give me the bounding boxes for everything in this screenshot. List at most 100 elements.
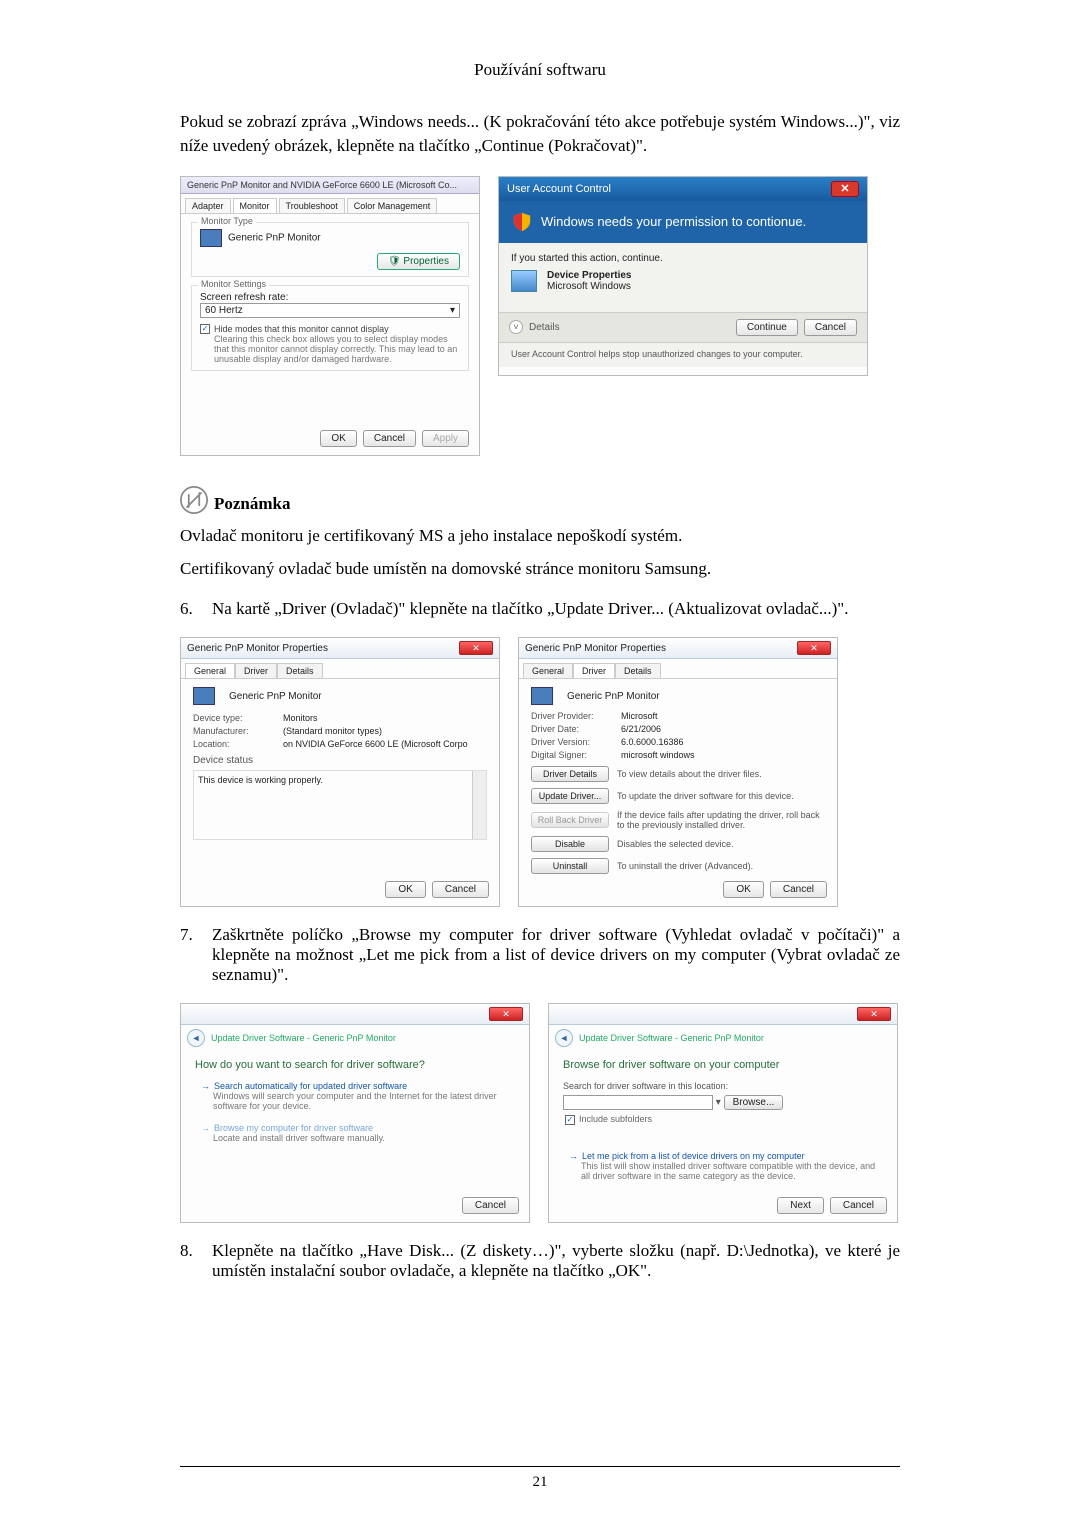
hide-modes-checkbox[interactable]: ✓	[200, 324, 210, 334]
uac-subtext: If you started this action, continue.	[511, 253, 855, 264]
hide-modes-label: Hide modes that this monitor cannot disp…	[214, 324, 460, 334]
uac-footer: User Account Control helps stop unauthor…	[499, 343, 867, 367]
option-browse-desc: Locate and install driver software manua…	[213, 1133, 515, 1143]
monitor-icon	[193, 687, 215, 705]
step-number-8: 8.	[180, 1241, 212, 1281]
wizard-heading: Browse for driver software on your compu…	[563, 1059, 883, 1071]
device-status-label: Device status	[193, 755, 487, 766]
browse-button[interactable]: Browse...	[724, 1095, 784, 1110]
ok-button[interactable]: OK	[385, 881, 425, 898]
tab-troubleshoot[interactable]: Troubleshoot	[279, 198, 345, 213]
include-subfolders-checkbox[interactable]: ✓	[565, 1115, 575, 1125]
tab-driver[interactable]: Driver	[573, 663, 615, 678]
driver-details-desc: To view details about the driver files.	[617, 769, 825, 779]
device-name: Generic PnP Monitor	[229, 691, 322, 702]
hide-modes-description: Clearing this check box allows you to se…	[214, 334, 460, 364]
apply-button[interactable]: Apply	[422, 430, 469, 447]
tab-color-management[interactable]: Color Management	[347, 198, 438, 213]
label-driver-version: Driver Version:	[531, 737, 621, 747]
roll-back-desc: If the device fails after updating the d…	[617, 810, 825, 830]
wizard-heading: How do you want to search for driver sof…	[195, 1059, 515, 1071]
continue-button[interactable]: Continue	[736, 319, 798, 336]
app-icon	[511, 270, 537, 292]
uninstall-desc: To uninstall the driver (Advanced).	[617, 861, 825, 871]
step-6-text: Na kartě „Driver (Ovladač)" klepněte na …	[212, 599, 900, 619]
window-title: Generic PnP Monitor Properties	[187, 643, 328, 654]
properties-button[interactable]: 🛡 Properties	[377, 253, 460, 270]
tab-general[interactable]: General	[185, 663, 235, 678]
ok-button[interactable]: OK	[723, 881, 763, 898]
update-driver-desc: To update the driver software for this d…	[617, 791, 825, 801]
refresh-rate-label: Screen refresh rate:	[200, 292, 460, 303]
value-digital-signer: microsoft windows	[621, 750, 695, 760]
refresh-rate-dropdown[interactable]: 60 Hertz▾	[200, 303, 460, 318]
cancel-button[interactable]: Cancel	[432, 881, 489, 898]
screenshot-device-properties-general: Generic PnP Monitor Properties✕ General …	[180, 637, 500, 907]
cancel-button[interactable]: Cancel	[363, 430, 416, 447]
tab-adapter[interactable]: Adapter	[185, 198, 231, 213]
path-input[interactable]	[563, 1095, 713, 1110]
cancel-button[interactable]: Cancel	[770, 881, 827, 898]
device-name: Generic PnP Monitor	[567, 691, 660, 702]
cancel-button[interactable]: Cancel	[804, 319, 857, 336]
uac-headline: Windows needs your permission to contion…	[541, 214, 806, 229]
header-title: Používání softwaru	[180, 60, 900, 80]
chevron-down-icon[interactable]: ˅	[509, 320, 523, 334]
label-driver-provider: Driver Provider:	[531, 711, 621, 721]
value-driver-version: 6.0.6000.16386	[621, 737, 684, 747]
note-label: Poznámka	[214, 494, 291, 514]
uninstall-button[interactable]: Uninstall	[531, 858, 609, 874]
arrow-icon: →	[569, 1151, 578, 1161]
option-pick-from-list[interactable]: →Let me pick from a list of device drive…	[569, 1151, 883, 1181]
uac-app-name: Device Properties	[547, 270, 632, 281]
disable-button[interactable]: Disable	[531, 836, 609, 852]
cancel-button[interactable]: Cancel	[462, 1197, 519, 1214]
tab-driver[interactable]: Driver	[235, 663, 277, 678]
back-button[interactable]: ◄	[187, 1029, 205, 1047]
disable-desc: Disables the selected device.	[617, 839, 825, 849]
details-toggle[interactable]: Details	[529, 322, 560, 333]
step-number-6: 6.	[180, 599, 212, 619]
label-location: Location:	[193, 739, 283, 749]
close-button[interactable]: ✕	[831, 181, 859, 197]
group-label-monitor-settings: Monitor Settings	[198, 279, 269, 289]
close-button[interactable]: ✕	[489, 1007, 523, 1021]
option-pick-desc: This list will show installed driver sof…	[581, 1161, 883, 1181]
tab-monitor[interactable]: Monitor	[233, 198, 277, 213]
tab-details[interactable]: Details	[615, 663, 661, 678]
screenshot-update-driver-wizard-2: ✕ ◄Update Driver Software - Generic PnP …	[548, 1003, 898, 1223]
close-button[interactable]: ✕	[857, 1007, 891, 1021]
ok-button[interactable]: OK	[320, 430, 356, 447]
note-text-2: Certifikovaný ovladač bude umístěn na do…	[180, 557, 900, 581]
path-label: Search for driver software in this locat…	[563, 1081, 883, 1091]
monitor-icon	[531, 687, 553, 705]
update-driver-button[interactable]: Update Driver...	[531, 788, 609, 804]
roll-back-driver-button[interactable]: Roll Back Driver	[531, 812, 609, 828]
close-button[interactable]: ✕	[459, 641, 493, 655]
cancel-button[interactable]: Cancel	[830, 1197, 887, 1214]
monitor-name: Generic PnP Monitor	[228, 232, 321, 243]
breadcrumb: Update Driver Software - Generic PnP Mon…	[211, 1033, 396, 1043]
step-8-text: Klepněte na tlačítko „Have Disk... (Z di…	[212, 1241, 900, 1281]
tab-general[interactable]: General	[523, 663, 573, 678]
chevron-down-icon: ▾	[450, 305, 455, 316]
label-digital-signer: Digital Signer:	[531, 750, 621, 760]
uac-publisher: Microsoft Windows	[547, 281, 632, 292]
label-manufacturer: Manufacturer:	[193, 726, 283, 736]
screenshot-monitor-properties: Generic PnP Monitor and NVIDIA GeForce 6…	[180, 176, 480, 456]
close-button[interactable]: ✕	[797, 641, 831, 655]
next-button[interactable]: Next	[777, 1197, 824, 1214]
shield-icon	[511, 211, 533, 233]
scrollbar[interactable]	[472, 771, 486, 839]
tab-details[interactable]: Details	[277, 663, 323, 678]
back-button[interactable]: ◄	[555, 1029, 573, 1047]
include-subfolders-label: Include subfolders	[579, 1114, 652, 1124]
page-number: 21	[0, 1474, 1080, 1491]
option-search-auto[interactable]: →Search automatically for updated driver…	[201, 1081, 515, 1111]
screenshot-device-properties-driver: Generic PnP Monitor Properties✕ General …	[518, 637, 838, 907]
driver-details-button[interactable]: Driver Details	[531, 766, 609, 782]
step-7-text: Zaškrtněte políčko „Browse my computer f…	[212, 925, 900, 985]
option-browse[interactable]: →Browse my computer for driver software …	[201, 1123, 515, 1143]
footer-rule	[180, 1466, 900, 1467]
group-label-monitor-type: Monitor Type	[198, 216, 256, 226]
